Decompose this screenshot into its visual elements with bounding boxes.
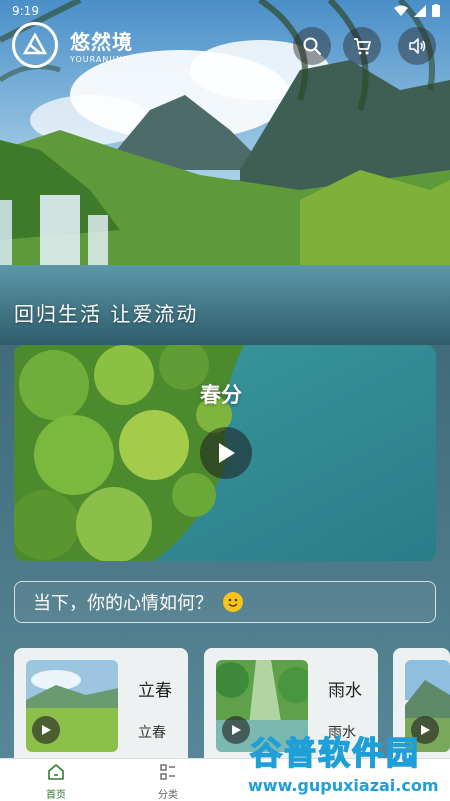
play-icon [42,725,51,735]
logo-icon [12,22,58,68]
search-icon [303,37,321,55]
watermark-title: 谷普软件园 [249,733,421,773]
battery-icon [432,4,440,20]
card-subtitle: 立春 [138,725,166,741]
wifi-icon [394,5,408,20]
home-icon [48,764,64,780]
mood-prompt-text: 当下，你的心情如何？ [33,593,213,614]
status-icons [394,4,440,20]
card-title: 立春 [138,681,172,701]
cart-button[interactable] [343,27,381,65]
video-title: 春分 [200,383,242,407]
status-bar: 9:19 [0,0,450,22]
card-lichun[interactable]: 立春 立春 [14,648,188,768]
site-watermark: 谷普软件园 www.gupuxiazai.com [246,728,446,800]
speaker-icon [409,38,426,54]
tab-home-label: 首页 [46,790,66,801]
brand-name: 悠然境 [70,30,133,54]
watermark-url: www.gupuxiazai.com [246,776,441,795]
hero-slogan: 回归生活 让爱流动 [14,302,199,326]
card-thumbnail [26,660,118,752]
featured-video-card[interactable]: 春分 [14,345,436,561]
card-play-button[interactable] [32,716,60,744]
status-time: 9:19 [12,4,39,18]
play-button[interactable] [200,427,252,479]
category-icon [160,764,175,780]
sound-button[interactable] [398,27,436,65]
smile-emoji-icon [223,592,243,612]
signal-icon [414,4,426,20]
tab-category-label: 分类 [158,790,178,801]
search-button[interactable] [293,27,331,65]
mood-prompt[interactable]: 当下，你的心情如何？ [14,581,436,623]
card-title: 雨水 [328,681,362,701]
tab-category[interactable]: 分类 [138,763,198,801]
play-icon [232,725,241,735]
tab-home[interactable]: 首页 [26,763,86,801]
brand-name-en: YOURANJING [70,55,131,64]
play-icon [219,443,235,463]
brand-logo: 悠然境 YOURANJING [12,22,133,68]
cart-icon [354,38,371,55]
